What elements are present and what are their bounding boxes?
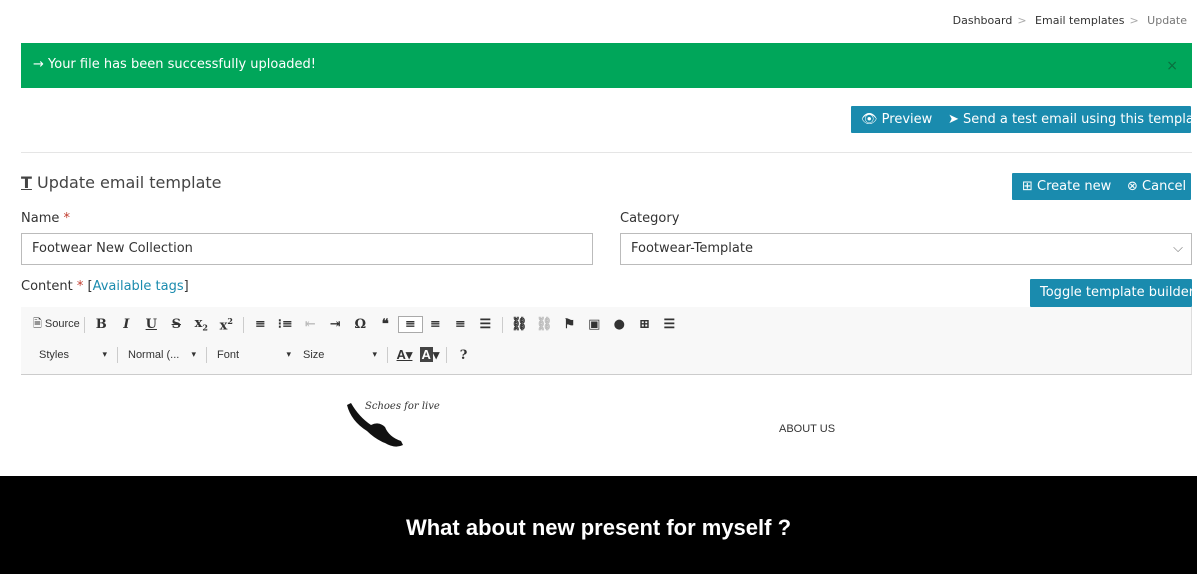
blockquote-icon[interactable]: ❝ [373, 317, 398, 332]
font-dropdown[interactable]: Font [211, 349, 297, 361]
plus-square-icon: ⊞ [1022, 179, 1033, 194]
horizontal-rule-icon[interactable]: ☰ [657, 317, 682, 332]
create-new-button[interactable]: ⊞ Create new [1012, 173, 1122, 200]
align-right-icon[interactable]: ≡ [448, 317, 473, 332]
bulleted-list-icon[interactable]: ⁝≡ [273, 317, 298, 332]
format-dropdown[interactable]: Normal (... [122, 349, 202, 361]
cancel-circle-icon: ⊗ [1127, 179, 1138, 194]
editor-content[interactable]: Schoes for live ABOUT US [21, 375, 1197, 476]
bold-icon[interactable]: B [89, 317, 114, 332]
size-dropdown[interactable]: Size [297, 349, 383, 361]
chevron-down-icon: ⌵ [1173, 241, 1183, 256]
strikethrough-icon[interactable]: S [164, 317, 189, 332]
create-new-label: Create new [1037, 179, 1112, 194]
eye-icon: 👁 [861, 112, 878, 127]
about-us-link[interactable]: ABOUT US [779, 423, 835, 435]
category-value: Footwear-Template [631, 241, 753, 256]
styles-dropdown[interactable]: Styles [33, 349, 113, 361]
category-select[interactable]: Footwear-Template ⌵ [620, 233, 1192, 265]
name-label: Name * [21, 211, 70, 226]
help-icon[interactable]: ? [451, 348, 476, 363]
outdent-icon[interactable]: ⇤ [298, 317, 323, 332]
send-test-email-button[interactable]: ➤ Send a test email using this template [938, 106, 1197, 133]
editor-toolbar: 🗎 Source B I U S x2 x2 ≡ ⁝≡ ⇤ ⇥ Ω ❝ ≡ ≡ … [21, 307, 1192, 375]
preview-label: Preview [881, 112, 933, 127]
align-center-icon[interactable]: ≡ [423, 317, 448, 332]
align-left-icon[interactable]: ≡ [397, 316, 423, 333]
close-icon[interactable]: × [1166, 58, 1178, 74]
special-char-icon[interactable]: Ω [348, 317, 373, 332]
preview-button[interactable]: 👁 Preview [851, 106, 943, 133]
anchor-flag-icon[interactable]: ⚑ [557, 317, 582, 332]
image-icon[interactable]: ▣ [582, 317, 607, 332]
background-color-icon[interactable]: A ▾ [417, 347, 442, 363]
breadcrumb-dashboard[interactable]: Dashboard [953, 14, 1013, 27]
breadcrumb-email-templates[interactable]: Email templates [1035, 14, 1124, 27]
send-test-label: Send a test email using this template [963, 112, 1197, 127]
unlink-icon[interactable]: ⛓ [532, 317, 557, 332]
flash-icon[interactable]: ● [607, 317, 632, 332]
source-button[interactable]: 🗎 Source [33, 315, 80, 334]
logo: Schoes for live [345, 401, 440, 453]
subscript-icon[interactable]: x2 [189, 316, 214, 333]
numbered-list-icon[interactable]: ≡ [248, 317, 273, 332]
underline-icon[interactable]: U [139, 317, 164, 332]
indent-icon[interactable]: ⇥ [323, 317, 348, 332]
justify-icon[interactable]: ☰ [473, 317, 498, 332]
page-title-text: Update email template [37, 173, 222, 192]
text-color-icon[interactable]: A▾ [392, 347, 417, 363]
cancel-button[interactable]: ⊗ Cancel [1117, 173, 1191, 200]
superscript-icon[interactable]: x2 [214, 316, 239, 333]
toggle-template-builder-button[interactable]: Toggle template builder [1030, 279, 1194, 307]
cancel-label: Cancel [1142, 179, 1187, 194]
content-label: Content * [Available tags] [21, 279, 189, 294]
available-tags-link[interactable]: Available tags [93, 279, 184, 294]
promo-banner: What about new present for myself ? [0, 476, 1197, 574]
table-icon[interactable]: ⊞ [632, 317, 657, 332]
breadcrumb-current: Update [1147, 14, 1187, 27]
success-alert: → Your file has been successfully upload… [21, 43, 1192, 88]
text-icon: T [21, 173, 32, 192]
divider [21, 152, 1192, 153]
page-title: T Update email template [21, 173, 221, 192]
category-label: Category [620, 211, 680, 226]
link-icon[interactable]: ⛓ [507, 317, 532, 332]
breadcrumb: Dashboard > Email templates > Update [952, 14, 1187, 27]
name-input[interactable]: Footwear New Collection [21, 233, 593, 265]
alert-message: → Your file has been successfully upload… [33, 57, 317, 72]
logo-text: Schoes for live [365, 401, 440, 412]
italic-icon[interactable]: I [114, 317, 139, 332]
paper-plane-icon: ➤ [948, 112, 959, 127]
